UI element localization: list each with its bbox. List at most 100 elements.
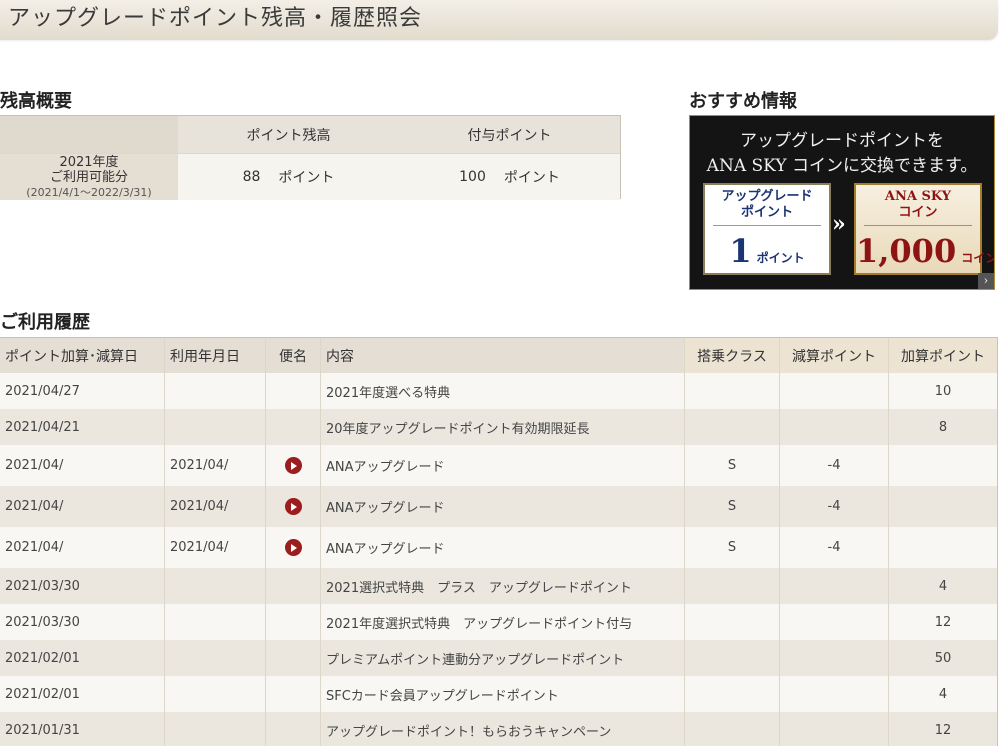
promo-card-left-amount: 1 ポイント	[705, 232, 829, 270]
history-col-usage-date: 利用年月日	[165, 338, 266, 373]
table-row: 2021/02/01 SFCカード会員アップグレードポイント 4	[0, 676, 997, 712]
cell-date: 2021/04/	[0, 445, 165, 486]
cell-date: 2021/03/30	[0, 604, 165, 640]
balance-col-balance: ポイント残高	[246, 127, 331, 144]
cell-usage-date: 2021/04/	[165, 486, 266, 527]
cell-class	[685, 676, 780, 712]
table-row: 2021/04/2021/04/ANAアップグレード S -4	[0, 527, 997, 568]
history-col-date: ポイント加算･減算日	[0, 338, 165, 373]
cell-flight	[266, 640, 321, 676]
cell-flight	[266, 712, 321, 746]
cell-usage-date	[165, 409, 266, 445]
cell-content: 2021選択式特典 プラス アップグレードポイント	[321, 568, 685, 604]
granted-unit: ポイント	[503, 170, 560, 186]
cell-date: 2021/01/31	[0, 712, 165, 746]
cell-date: 2021/04/27	[0, 373, 165, 409]
play-icon[interactable]	[284, 539, 302, 556]
promo-right-amount: 1,000	[856, 232, 957, 270]
balance-unit: ポイント	[278, 170, 335, 186]
cell-date: 2021/04/	[0, 527, 165, 568]
granted-value: 100	[459, 169, 486, 185]
balance-label-period: (2021/4/1〜2022/3/31)	[26, 185, 152, 199]
chevron-right-icon[interactable]: ›	[978, 273, 994, 289]
play-icon[interactable]	[284, 457, 302, 474]
promo-card-left-title-line2: ポイント	[740, 205, 793, 220]
cell-content: ANAアップグレード	[321, 527, 685, 568]
balance-value-cell: 88 ポイント	[178, 154, 399, 200]
promo-card-right-title-line2: コイン	[898, 205, 938, 220]
promo-card-right-title: ANA SKY コイン	[856, 189, 980, 221]
cell-add: 8	[889, 409, 997, 445]
balance-header-row: ポイント残高 付与ポイント	[0, 116, 620, 153]
cell-add: 10	[889, 373, 997, 409]
cell-class: S	[685, 486, 780, 527]
cell-deduct: -4	[780, 527, 889, 568]
cell-flight	[266, 676, 321, 712]
cell-usage-date	[165, 640, 266, 676]
cell-content: ANAアップグレード	[321, 445, 685, 486]
cell-deduct	[780, 712, 889, 746]
balance-label-usable: ご利用可能分	[49, 169, 128, 185]
promo-card-upgrade-points: アップグレード ポイント 1 ポイント	[703, 183, 831, 275]
cell-add: 50	[889, 640, 997, 676]
table-row: 2021/04/2021/04/ANAアップグレード S -4	[0, 486, 997, 527]
cell-date: 2021/04/	[0, 486, 165, 527]
cell-usage-date	[165, 604, 266, 640]
cell-content: 2021年度選べる特典	[321, 373, 685, 409]
promo-right-unit: コイン	[961, 251, 995, 265]
balance-table: ポイント残高 付与ポイント 2021年度 ご利用可能分 (2021/4/1〜20…	[0, 115, 621, 200]
cell-add: 4	[889, 568, 997, 604]
promo-left-amount: 1	[729, 232, 752, 270]
history-col-add: 加算ポイント	[889, 338, 997, 373]
table-row: 2021/03/30 2021年度選択式特典 アップグレードポイント付与 12	[0, 604, 997, 640]
cell-class	[685, 373, 780, 409]
cell-usage-date: 2021/04/	[165, 445, 266, 486]
promo-card-left-title: アップグレード ポイント	[705, 189, 829, 221]
promo-line1: アップグレードポイントを	[740, 131, 944, 151]
history-header-row: ポイント加算･減算日 利用年月日 便名 内容 搭乗クラス 減算ポイント 加算ポイント	[0, 338, 997, 373]
promo-card-left-divider	[713, 225, 821, 226]
cell-date: 2021/02/01	[0, 676, 165, 712]
cell-add: 4	[889, 676, 997, 712]
cell-deduct: -4	[780, 486, 889, 527]
cell-class: S	[685, 445, 780, 486]
cell-deduct	[780, 409, 889, 445]
history-col-deduct: 減算ポイント	[780, 338, 889, 373]
table-row: 2021/04/2021/04/ANAアップグレード S -4	[0, 445, 997, 486]
double-chevron-right-icon: »	[832, 211, 846, 237]
cell-content: 2021年度選択式特典 アップグレードポイント付与	[321, 604, 685, 640]
cell-date: 2021/03/30	[0, 568, 165, 604]
cell-add	[889, 527, 997, 568]
cell-date: 2021/04/21	[0, 409, 165, 445]
cell-deduct	[780, 640, 889, 676]
table-row: 2021/01/31 アップグレードポイント！もらおうキャンペーン 12	[0, 712, 997, 746]
cell-deduct	[780, 604, 889, 640]
balance-col-granted: 付与ポイント	[467, 127, 552, 144]
promo-card-right-amount: 1,000 コイン	[856, 232, 994, 270]
promo-card-sky-coin: ANA SKY コイン 1,000 コイン	[854, 183, 994, 275]
cell-class	[685, 568, 780, 604]
cell-content: 20年度アップグレードポイント有効期限延長	[321, 409, 685, 445]
cell-date: 2021/02/01	[0, 640, 165, 676]
cell-content: SFCカード会員アップグレードポイント	[321, 676, 685, 712]
granted-value-cell: 100 ポイント	[399, 154, 620, 200]
cell-flight[interactable]	[266, 527, 321, 568]
cell-add	[889, 486, 997, 527]
history-table: ポイント加算･減算日 利用年月日 便名 内容 搭乗クラス 減算ポイント 加算ポイント 202…	[0, 337, 998, 746]
promo-left-unit: ポイント	[756, 251, 805, 265]
cell-class	[685, 640, 780, 676]
cell-content: プレミアムポイント連動分アップグレードポイント	[321, 640, 685, 676]
play-icon[interactable]	[284, 498, 302, 515]
cell-add: 12	[889, 604, 997, 640]
cell-deduct	[780, 676, 889, 712]
promo-banner[interactable]: アップグレードポイントを ANA SKY コインに交換できます。 アップグレード…	[689, 115, 995, 290]
cell-content: アップグレードポイント！もらおうキャンペーン	[321, 712, 685, 746]
promo-card-right-divider	[864, 225, 972, 226]
balance-body-row: 2021年度 ご利用可能分 (2021/4/1〜2022/3/31) 88 ポイ…	[0, 153, 620, 200]
history-col-content: 内容	[321, 338, 685, 373]
cell-deduct: -4	[780, 445, 889, 486]
cell-flight[interactable]	[266, 445, 321, 486]
cell-flight[interactable]	[266, 486, 321, 527]
cell-class	[685, 409, 780, 445]
history-heading: ご利用履歴	[0, 312, 90, 333]
